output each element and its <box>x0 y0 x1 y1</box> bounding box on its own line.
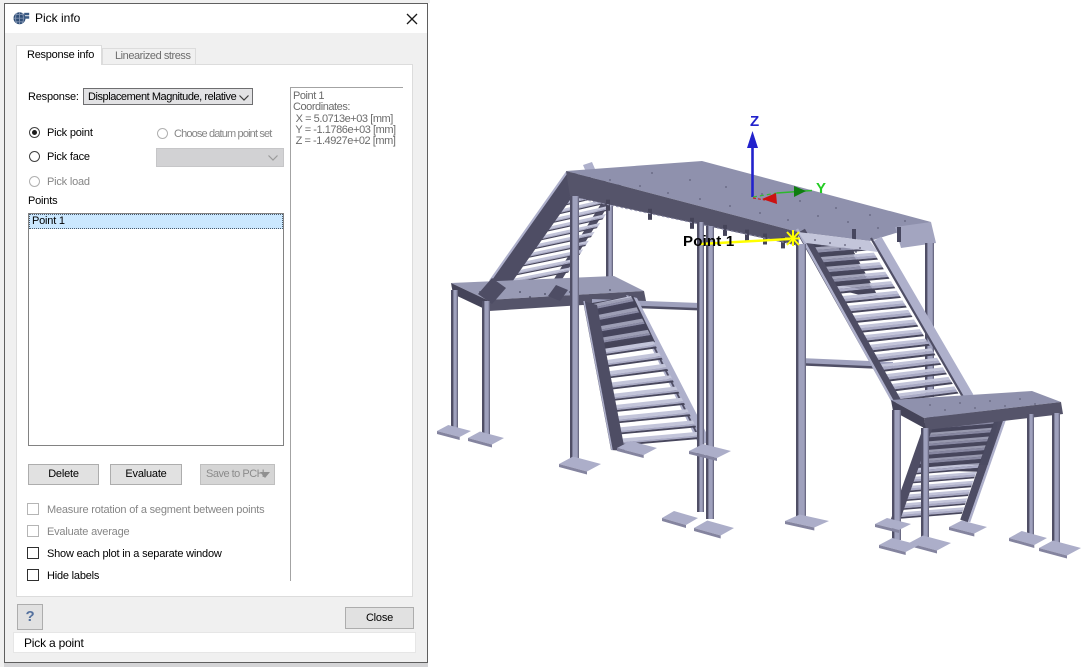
svg-text:Z: Z <box>750 113 759 130</box>
svg-text:Point 1: Point 1 <box>683 233 734 250</box>
svg-text:Y: Y <box>816 180 826 197</box>
